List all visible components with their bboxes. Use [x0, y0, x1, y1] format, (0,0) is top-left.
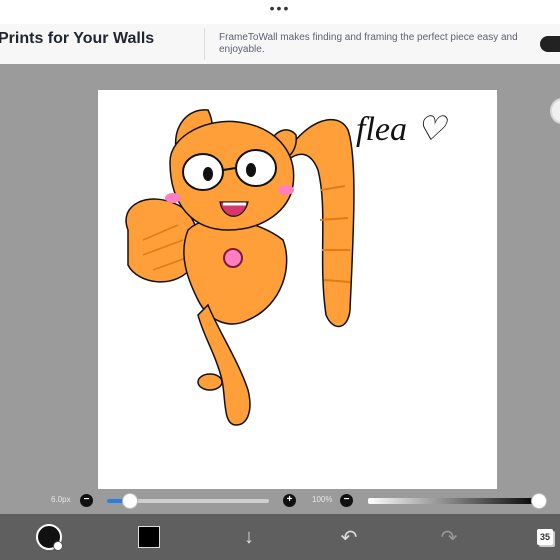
ad-title[interactable]: Prints for Your Walls	[0, 30, 154, 48]
ad-action-button[interactable]	[540, 36, 560, 52]
opacity-decrease-button[interactable]: −	[340, 494, 353, 507]
handwriting-text: flea ♡	[356, 111, 448, 148]
undo-button[interactable]: ↶	[334, 514, 364, 560]
eye-left	[182, 153, 224, 191]
necklace-pendant	[223, 248, 243, 268]
brush-tool[interactable]	[34, 514, 64, 560]
pupil-right	[246, 163, 256, 177]
layers-button[interactable]: 35	[532, 514, 558, 560]
ad-body[interactable]: FrameToWall makes finding and framing th…	[219, 32, 519, 56]
brush-icon	[36, 524, 63, 551]
body-shape	[183, 218, 288, 325]
pupil-left	[203, 167, 213, 181]
top-bar: •••	[0, 0, 560, 24]
tail-shape	[287, 119, 355, 328]
undo-icon: ↶	[340, 526, 358, 549]
ad-divider	[204, 28, 205, 60]
download-button[interactable]: ↓	[234, 514, 264, 560]
brush-size-thumb[interactable]	[122, 493, 138, 509]
color-tool[interactable]	[134, 514, 164, 560]
foot-shape	[197, 373, 223, 391]
redo-button[interactable]: ↷	[434, 514, 464, 560]
brush-size-label: 6.0px	[51, 495, 71, 504]
layers-icon: 35	[537, 529, 553, 545]
opacity-thumb[interactable]	[531, 493, 547, 509]
download-icon: ↓	[244, 525, 254, 548]
brush-dot-icon	[53, 541, 63, 551]
bottom-toolbar: ↓ ↶ ↷ 35	[0, 514, 560, 560]
slider-bar: 6.0px − + 100% −	[0, 490, 560, 514]
drawing-artwork: flea ♡	[125, 109, 448, 426]
ad-banner[interactable]: Prints for Your Walls FrameToWall makes …	[0, 24, 560, 65]
brush-size-increase-button[interactable]: +	[283, 494, 296, 507]
color-swatch-icon	[138, 526, 160, 548]
blush-left	[165, 193, 181, 203]
blush-right	[278, 185, 294, 195]
opacity-label: 100%	[312, 495, 333, 504]
redo-icon: ↷	[440, 526, 458, 549]
brush-size-decrease-button[interactable]: −	[80, 494, 93, 507]
opacity-track[interactable]	[368, 498, 540, 504]
menu-dots-icon[interactable]: •••	[0, 1, 560, 15]
drawing-canvas[interactable]: flea ♡	[98, 90, 497, 489]
eye-right	[235, 149, 277, 187]
